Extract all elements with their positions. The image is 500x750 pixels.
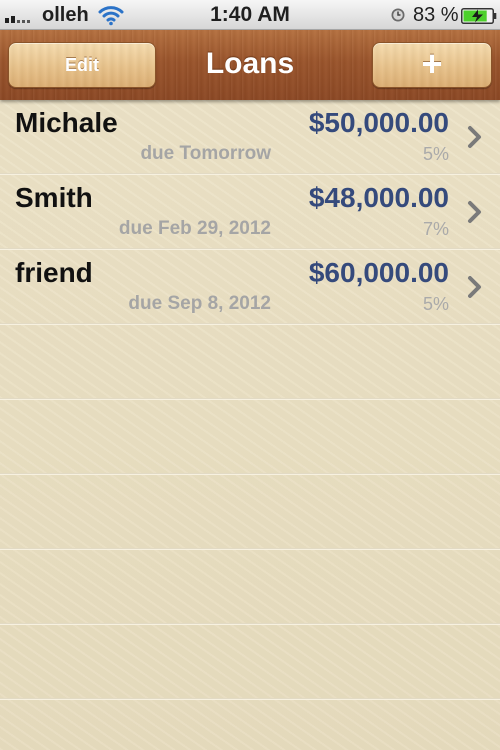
loan-interest-rate: 5%: [422, 294, 449, 314]
loan-name: Michale: [15, 107, 118, 138]
navigation-bar: Edit Loans +: [0, 30, 500, 100]
loan-row[interactable]: friend due Sep 8, 2012 $60,000.00 5%: [0, 250, 500, 325]
loan-amount: $60,000.00: [308, 257, 449, 288]
loan-interest-rate: 5%: [422, 144, 449, 164]
battery-percent: 83 %: [413, 4, 459, 26]
loan-row[interactable]: Smith due Feb 29, 2012 $48,000.00 7%: [0, 175, 500, 250]
loan-due-date: due Sep 8, 2012: [128, 293, 271, 314]
page-title: Loans: [205, 47, 295, 80]
loan-due-date: due Feb 29, 2012: [118, 218, 271, 239]
edit-button[interactable]: Edit: [8, 42, 156, 88]
loan-interest-rate: 7%: [422, 219, 449, 239]
loan-amount: $50,000.00: [308, 107, 449, 138]
chevron-right-icon: [468, 126, 481, 148]
chevron-right-icon: [468, 276, 481, 298]
battery-charging-icon: [461, 8, 497, 24]
loan-name: Smith: [15, 182, 93, 213]
loan-name: friend: [15, 257, 93, 288]
loan-list: Michale due Tomorrow $50,000.00 5% Smith…: [0, 100, 500, 750]
loan-row[interactable]: Michale due Tomorrow $50,000.00 5%: [0, 100, 500, 175]
add-loan-button[interactable]: +: [372, 42, 492, 88]
chevron-right-icon: [468, 201, 481, 223]
loan-due-date: due Tomorrow: [140, 143, 271, 164]
loan-amount: $48,000.00: [308, 182, 449, 213]
status-bar: olleh 1:40 AM 83 %: [0, 0, 500, 30]
alarm-icon: [391, 8, 405, 22]
